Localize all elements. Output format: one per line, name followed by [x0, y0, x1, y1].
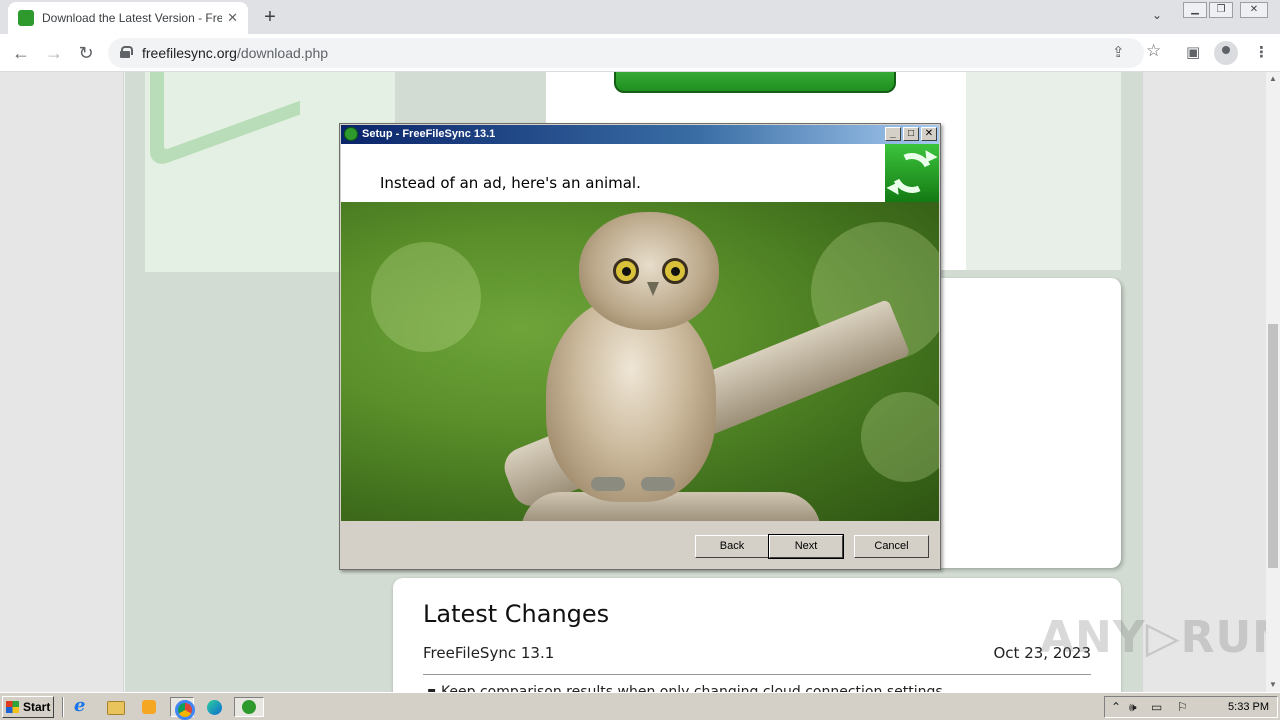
share-icon[interactable]: ⇪ — [1112, 43, 1125, 61]
tree-branch-base — [521, 492, 821, 521]
browser-tab[interactable]: Download the Latest Version - FreeFileSy… — [8, 2, 248, 34]
browser-tab-strip: Download the Latest Version - FreeFileSy… — [0, 0, 1280, 34]
chrome-icon[interactable] — [170, 697, 195, 720]
next-button[interactable]: Next — [768, 534, 844, 559]
edge-icon[interactable] — [204, 697, 226, 717]
system-tray: ⌃ 🕪 ▭ ⚐ 5:33 PM — [1104, 696, 1278, 718]
url-path: /download.php — [236, 45, 329, 61]
network-icon[interactable]: ▭ — [1151, 700, 1162, 714]
dialog-maximize-button[interactable]: □ — [903, 127, 919, 141]
restore-window-button[interactable]: ❐ — [1209, 2, 1233, 18]
tab-search-chevron-icon[interactable]: ⌄ — [1152, 8, 1162, 22]
address-bar[interactable]: freefilesync.org/download.php ⇪ — [108, 38, 1144, 68]
volume-icon[interactable]: 🕪 — [1129, 700, 1137, 715]
divider — [423, 674, 1091, 675]
page-left-margin — [0, 72, 124, 692]
changes-version: FreeFileSync 13.1 — [423, 644, 555, 662]
owl-head — [579, 212, 719, 330]
bokeh-light — [861, 392, 939, 482]
tab-close-icon[interactable]: ✕ — [227, 10, 238, 26]
url-text: freefilesync.org/download.php — [142, 45, 328, 61]
scroll-thumb[interactable] — [1268, 324, 1278, 568]
internet-explorer-icon[interactable] — [70, 695, 92, 717]
page-scrollbar[interactable]: ▲ ▼ — [1266, 72, 1280, 692]
freefilesync-logo-icon — [885, 144, 939, 202]
owl-eye — [613, 258, 639, 284]
reload-icon[interactable]: ↻ — [74, 41, 98, 65]
dialog-header: Instead of an ad, here's an animal. — [341, 144, 939, 202]
dialog-minimize-button[interactable]: _ — [885, 127, 901, 141]
forward-arrow-icon[interactable]: → — [42, 41, 66, 65]
page-right-margin — [1142, 72, 1266, 692]
dialog-title: Setup - FreeFileSync 13.1 — [362, 128, 496, 140]
back-arrow-icon[interactable]: ← — [9, 41, 33, 65]
dialog-close-button[interactable]: ✕ — [921, 127, 937, 141]
taskbar: Start ⌃ 🕪 ▭ ⚐ 5:33 PM — [0, 692, 1280, 720]
tab-title: Download the Latest Version - FreeFileSy… — [42, 11, 222, 25]
bokeh-light — [371, 242, 481, 352]
latest-changes-panel: Latest Changes FreeFileSync 13.1 Oct 23,… — [393, 578, 1121, 692]
freefilesync-favicon-icon — [18, 10, 34, 26]
start-button[interactable]: Start — [2, 696, 54, 718]
minimize-window-button[interactable]: ▁ — [1183, 2, 1207, 18]
scroll-up-arrow-icon[interactable]: ▲ — [1266, 72, 1280, 86]
close-window-button[interactable]: ✕ — [1240, 2, 1268, 18]
kebab-menu-icon[interactable]: ⋮ — [1254, 43, 1269, 61]
changes-list-item: ▪ Keep comparison results when only chan… — [427, 684, 943, 692]
taskbar-separator — [62, 697, 64, 717]
windows-logo-icon — [6, 701, 19, 713]
download-panel-side — [966, 72, 1121, 270]
latest-changes-title: Latest Changes — [423, 600, 610, 628]
start-label: Start — [23, 700, 51, 714]
info-panel — [940, 278, 1121, 568]
clock[interactable]: 5:33 PM — [1228, 701, 1269, 713]
back-button[interactable]: Back — [695, 535, 769, 558]
setup-dialog: Setup - FreeFileSync 13.1 _ □ ✕ Instead … — [339, 123, 941, 570]
tray-expand-icon[interactable]: ⌃ — [1111, 700, 1121, 714]
side-panel-icon[interactable]: ▣ — [1186, 43, 1200, 61]
download-button[interactable] — [614, 72, 896, 93]
dialog-titlebar[interactable]: Setup - FreeFileSync 13.1 _ □ ✕ — [341, 125, 939, 144]
owl-beak — [647, 282, 659, 296]
action-center-flag-icon[interactable]: ⚐ — [1177, 700, 1188, 714]
owl-eye — [662, 258, 688, 284]
owl-foot — [591, 477, 625, 491]
freefilesync-setup-taskbar-icon[interactable] — [234, 697, 264, 717]
new-tab-button[interactable]: + — [258, 6, 282, 28]
browser-toolbar: ← → ↻ freefilesync.org/download.php ⇪ ☆ … — [0, 34, 1280, 72]
url-host: freefilesync.org — [142, 45, 237, 61]
owl-foot — [641, 477, 675, 491]
anyrun-watermark: ANY▷RUN — [1040, 612, 1266, 663]
scroll-down-arrow-icon[interactable]: ▼ — [1266, 678, 1280, 692]
lock-icon[interactable] — [120, 46, 133, 58]
setup-app-icon — [344, 127, 358, 141]
star-icon[interactable]: ☆ — [1146, 41, 1161, 61]
media-player-icon[interactable] — [138, 697, 160, 717]
cancel-button[interactable]: Cancel — [854, 535, 929, 558]
file-explorer-icon[interactable] — [104, 697, 126, 717]
dialog-header-text: Instead of an ad, here's an animal. — [380, 174, 641, 192]
owl-photo — [341, 202, 939, 521]
profile-icon[interactable] — [1214, 41, 1238, 65]
